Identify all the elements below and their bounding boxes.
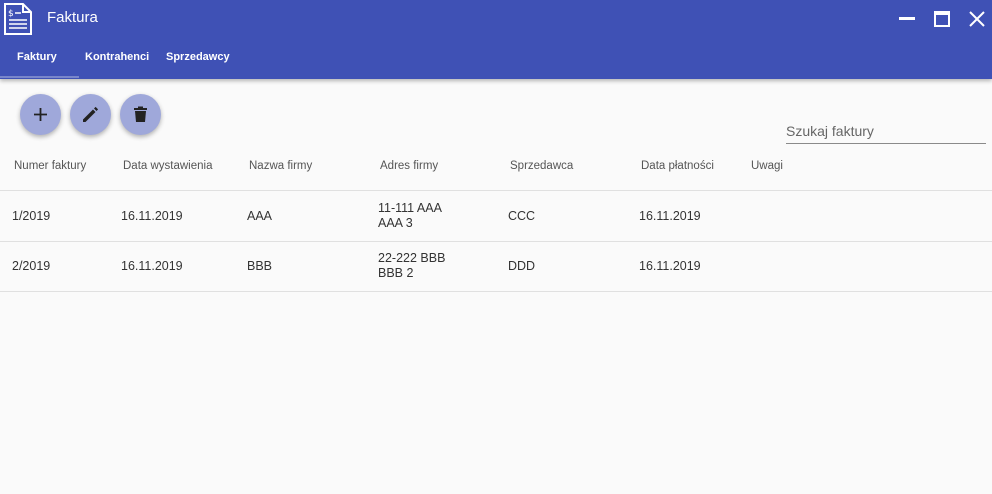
- cell-data-wystawienia: 16.11.2019: [121, 259, 183, 273]
- cell-numer: 1/2019: [12, 209, 51, 223]
- plus-icon: [34, 108, 47, 121]
- cell-data-wystawienia: 16.11.2019: [121, 209, 183, 223]
- app-bar: $ Faktura Faktury Kontrahenci Sprzedawcy: [0, 0, 992, 79]
- tab-sprzedawcy[interactable]: Sprzedawcy: [166, 51, 230, 63]
- cell-adres-line2: BBB 2: [378, 266, 414, 280]
- cell-adres: 11-111 AAA AAA 3: [378, 201, 442, 231]
- column-header-nazwa-firmy[interactable]: Nazwa firmy: [249, 160, 312, 172]
- row-divider: [0, 291, 992, 292]
- column-header-adres-firmy[interactable]: Adres firmy: [380, 160, 438, 172]
- search-input[interactable]: [786, 119, 986, 144]
- cell-data-platnosci: 16.11.2019: [639, 209, 701, 223]
- column-header-sprzedawca[interactable]: Sprzedawca: [510, 160, 573, 172]
- maximize-icon[interactable]: [931, 8, 953, 30]
- delete-invoice-button[interactable]: [120, 94, 161, 135]
- column-header-uwagi[interactable]: Uwagi: [751, 160, 783, 172]
- tab-faktury[interactable]: Faktury: [17, 51, 57, 63]
- cell-adres-line1: 22-222 BBB: [378, 251, 446, 265]
- cell-adres-line1: 11-111 AAA: [378, 201, 442, 215]
- cell-data-platnosci: 16.11.2019: [639, 259, 701, 273]
- cell-sprzedawca: DDD: [508, 259, 536, 273]
- add-invoice-button[interactable]: [20, 94, 61, 135]
- table-row[interactable]: 2/2019 16.11.2019 BBB 22-222 BBB BBB 2 D…: [0, 241, 992, 291]
- cell-sprzedawca: CCC: [508, 209, 536, 223]
- minimize-icon[interactable]: [896, 8, 918, 30]
- cell-nazwa: AAA: [247, 209, 273, 223]
- column-header-data-wystawienia[interactable]: Data wystawienia: [123, 160, 212, 172]
- column-header-data-platnosci[interactable]: Data płatności: [641, 160, 714, 172]
- cell-adres: 22-222 BBB BBB 2: [378, 251, 445, 281]
- cell-nazwa: BBB: [247, 259, 273, 273]
- column-header-numer-faktury[interactable]: Numer faktury: [14, 160, 86, 172]
- close-icon[interactable]: [966, 8, 988, 30]
- tab-kontrahenci[interactable]: Kontrahenci: [85, 51, 149, 63]
- cell-numer: 2/2019: [12, 259, 51, 273]
- invoice-document-icon: $: [4, 3, 32, 35]
- svg-text:$: $: [8, 9, 14, 19]
- active-tab-indicator: [0, 76, 79, 78]
- app-title: Faktura: [47, 9, 98, 26]
- edit-invoice-button[interactable]: [70, 94, 111, 135]
- trash-icon: [134, 106, 147, 122]
- pencil-icon: [83, 106, 99, 122]
- cell-adres-line2: AAA 3: [378, 216, 413, 230]
- table-row[interactable]: 1/2019 16.11.2019 AAA 11-111 AAA AAA 3 C…: [0, 191, 992, 241]
